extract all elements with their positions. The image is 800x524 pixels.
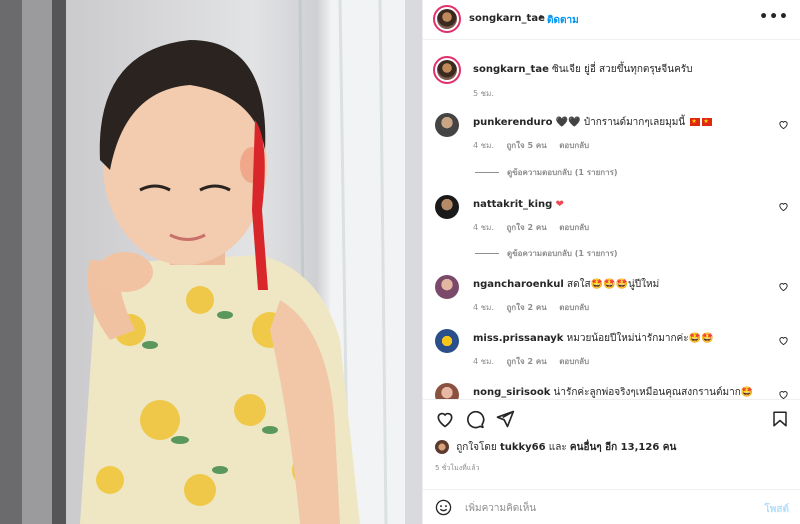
comment-item: nong_sirisook น่ารักค่ะลูกพ่อจริงๆเหมือน… bbox=[423, 381, 800, 399]
comment-likes[interactable]: ถูกใจ 2 คน bbox=[506, 303, 546, 312]
comment-text: 🖤🖤 ป๋ากรานด์มากๆเลยมุมนี้ bbox=[555, 117, 686, 128]
comment-text: น่ารักค่ะลูกพ่อจริงๆเหมือนคุณสงกรานต์มาก… bbox=[553, 387, 754, 398]
caption-text: ซินเจีย ยู่อี่ สวยขึ้นทุกตรุษจีนครับ bbox=[552, 64, 693, 75]
likes-summary: ถูกใจโดย tukky66 และ คนอื่นๆ อีก 13,126 … bbox=[435, 440, 676, 455]
comment-username[interactable]: punkerenduro bbox=[473, 117, 552, 128]
post-photo bbox=[0, 0, 422, 524]
comment-username[interactable]: miss.prissanayk bbox=[473, 333, 563, 344]
commenter-avatar[interactable] bbox=[435, 195, 459, 219]
comment-likes[interactable]: ถูกใจ 5 คน bbox=[506, 141, 546, 150]
commenter-avatar[interactable] bbox=[435, 383, 459, 399]
liked-by-label: ถูกใจโดย bbox=[456, 442, 497, 453]
liker-avatar[interactable] bbox=[435, 440, 449, 454]
separator-dot: • bbox=[538, 12, 544, 23]
and-label: และ bbox=[548, 442, 567, 453]
reply-button[interactable]: ตอบกลับ bbox=[559, 223, 589, 232]
emoji-icon[interactable] bbox=[435, 499, 452, 516]
author-avatar[interactable] bbox=[433, 5, 461, 33]
comment-item: nattakrit_king ❤ 4 ชม. ถูกใจ 2 คน ตอบกลั… bbox=[423, 193, 800, 263]
others-count[interactable]: คนอื่นๆ อีก 13,126 คน bbox=[570, 442, 676, 453]
comment-time: 4 ชม. bbox=[473, 303, 494, 312]
comment-input[interactable] bbox=[463, 498, 747, 518]
reply-button[interactable]: ตอบกลับ bbox=[559, 141, 589, 150]
save-bookmark-icon[interactable] bbox=[771, 409, 789, 429]
liker-username[interactable]: tukky66 bbox=[500, 442, 546, 453]
comment-time: 4 ชม. bbox=[473, 357, 494, 366]
comment-likes[interactable]: ถูกใจ 2 คน bbox=[506, 223, 546, 232]
post-sidebar: songkarn_tae • ติดตาม ••• songkarn_tae ซ… bbox=[422, 0, 800, 524]
post-header: songkarn_tae • ติดตาม ••• bbox=[423, 0, 800, 40]
post-time: 5 ชั่วโมงที่แล้ว bbox=[435, 464, 480, 472]
like-comment-icon[interactable] bbox=[778, 335, 789, 346]
comment-item: punkerenduro 🖤🖤 ป๋ากรานด์มากๆเลยมุมนี้ 4… bbox=[423, 111, 800, 181]
like-icon[interactable] bbox=[435, 409, 455, 429]
caption-meta: 5 ชม. bbox=[473, 87, 504, 100]
commenter-avatar[interactable] bbox=[435, 113, 459, 137]
comment-username[interactable]: nong_sirisook bbox=[473, 387, 550, 398]
comment-item: ngancharoenkul สดใส🤩🤩🤩นู่ปีใหม่ 4 ชม. ถู… bbox=[423, 273, 800, 323]
reply-button[interactable]: ตอบกลับ bbox=[559, 357, 589, 366]
caption: songkarn_tae ซินเจีย ยู่อี่ สวยขึ้นทุกตร… bbox=[423, 55, 800, 115]
comment-item: miss.prissanayk หมวยน้อยปีใหม่น่ารักมากค… bbox=[423, 327, 800, 377]
view-replies-button[interactable]: ดูข้อความตอบกลับ (1 รายการ) bbox=[475, 166, 618, 179]
follow-button[interactable]: ติดตาม bbox=[547, 13, 579, 28]
more-options-icon[interactable]: ••• bbox=[759, 9, 789, 25]
post-comment-button[interactable]: โพสต์ bbox=[764, 502, 789, 517]
comment-time: 4 ชม. bbox=[473, 141, 494, 150]
comment-icon[interactable] bbox=[465, 409, 485, 429]
action-bar bbox=[423, 399, 800, 439]
like-comment-icon[interactable] bbox=[778, 119, 789, 130]
commenter-avatar[interactable] bbox=[435, 329, 459, 353]
caption-avatar[interactable] bbox=[433, 56, 461, 84]
caption-time: 5 ชม. bbox=[473, 89, 494, 98]
share-icon[interactable] bbox=[495, 409, 515, 429]
china-flag-icon bbox=[702, 115, 713, 129]
like-comment-icon[interactable] bbox=[778, 389, 789, 399]
like-comment-icon[interactable] bbox=[778, 281, 789, 292]
view-replies-button[interactable]: ดูข้อความตอบกลับ (1 รายการ) bbox=[475, 247, 618, 260]
reply-button[interactable]: ตอบกลับ bbox=[559, 303, 589, 312]
comment-username[interactable]: nattakrit_king bbox=[473, 199, 552, 210]
caption-username[interactable]: songkarn_tae bbox=[473, 64, 549, 75]
comment-username[interactable]: ngancharoenkul bbox=[473, 279, 564, 290]
comments-list[interactable]: songkarn_tae ซินเจีย ยู่อี่ สวยขึ้นทุกตร… bbox=[423, 41, 800, 399]
add-comment-bar: โพสต์ bbox=[423, 489, 800, 524]
comment-text: สดใส🤩🤩🤩นู่ปีใหม่ bbox=[567, 279, 660, 290]
commenter-avatar[interactable] bbox=[435, 275, 459, 299]
like-comment-icon[interactable] bbox=[778, 201, 789, 212]
comment-likes[interactable]: ถูกใจ 2 คน bbox=[506, 357, 546, 366]
china-flag-icon bbox=[690, 115, 701, 129]
author-username[interactable]: songkarn_tae bbox=[469, 13, 545, 24]
comment-time: 4 ชม. bbox=[473, 223, 494, 232]
comment-text: หมวยน้อยปีใหม่น่ารักมากค่ะ🤩🤩 bbox=[566, 333, 714, 344]
comment-text: ❤ bbox=[555, 199, 564, 210]
